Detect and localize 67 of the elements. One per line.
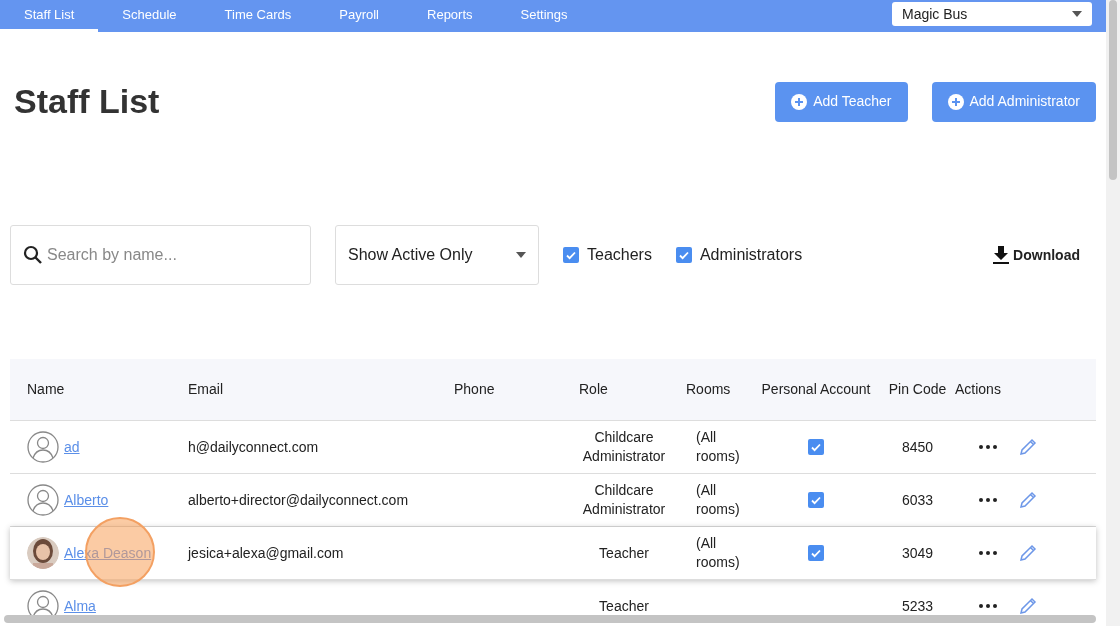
filter-checkbox[interactable]: [563, 247, 579, 263]
table-cell-text: Teacher: [598, 543, 650, 563]
column-header: Name: [27, 380, 66, 399]
user-avatar-icon: [27, 484, 59, 516]
staff-name-link[interactable]: Alberto: [64, 489, 109, 511]
nav-tab[interactable]: Staff List: [0, 0, 99, 32]
column-header: Email: [188, 380, 224, 399]
more-icon[interactable]: [979, 604, 997, 608]
pencil-icon[interactable]: [1019, 597, 1037, 615]
table-cell-text: 3049: [900, 543, 935, 563]
column-header: Pin Code: [887, 382, 948, 397]
table-cell-text: h@dailyconnect.com: [188, 437, 320, 457]
nav-tab[interactable]: Settings: [496, 0, 592, 32]
account-checkbox[interactable]: [808, 439, 824, 455]
search-field[interactable]: Search by name...: [10, 225, 311, 285]
plus-circle-icon: [791, 93, 808, 110]
check-icon: [810, 547, 822, 559]
plus-circle-icon: [947, 93, 964, 110]
nav-tab[interactable]: Payroll: [315, 0, 403, 32]
pencil-icon[interactable]: [1019, 491, 1037, 509]
status-select[interactable]: Show Active Only: [335, 225, 539, 285]
download-button[interactable]: Download: [993, 244, 1080, 266]
check-icon: [565, 249, 577, 261]
table-cell-text: 6033: [900, 490, 935, 510]
column-header: Personal Account: [760, 382, 872, 397]
table-cell-text: (All rooms): [695, 534, 741, 572]
filter-checkbox[interactable]: [675, 247, 692, 263]
caret-icon: [516, 252, 526, 258]
checkbox-label: Administrators: [699, 245, 803, 265]
table-cell-text: Teacher: [598, 596, 650, 616]
nav-tab[interactable]: Reports: [403, 0, 497, 32]
checkbox-label: Teachers: [587, 245, 652, 265]
table-cell-text: 5233: [900, 596, 935, 616]
pencil-icon[interactable]: [1019, 544, 1037, 562]
add-button[interactable]: Add Administrator: [931, 81, 1096, 122]
column-header: Phone: [454, 380, 496, 399]
account-checkbox[interactable]: [808, 545, 824, 561]
more-icon[interactable]: [979, 551, 997, 555]
nav-tab[interactable]: Time Cards: [200, 0, 316, 32]
table-cell-text: (All rooms): [695, 481, 741, 519]
column-header: Rooms: [686, 380, 732, 399]
check-icon: [810, 494, 822, 506]
column-header: Role: [578, 380, 609, 399]
column-header: Actions: [955, 380, 1002, 399]
check-icon: [677, 249, 690, 261]
pencil-icon[interactable]: [1019, 438, 1037, 456]
caret-icon: [1072, 11, 1082, 17]
table-cell-text: 8450: [900, 437, 935, 457]
user-avatar-icon: [27, 431, 59, 463]
table-cell-text: (All rooms): [695, 428, 741, 466]
school-select[interactable]: Magic Bus: [892, 2, 1092, 26]
table-cell-text: jesica+alexa@gmail.com: [188, 543, 345, 563]
table-cell-text: alberto+director@dailyconnect.com: [188, 490, 410, 510]
account-checkbox[interactable]: [808, 492, 824, 508]
staff-name-link[interactable]: Alma: [64, 595, 96, 617]
more-icon[interactable]: [979, 445, 997, 449]
page-title: Staff List: [14, 81, 160, 122]
check-icon: [810, 441, 822, 453]
table-cell-text: Childcare Administrator: [581, 481, 667, 519]
staff-name-link[interactable]: ad: [64, 436, 80, 458]
table-cell-text: Childcare Administrator: [581, 428, 667, 466]
table-row[interactable]: ad h@dailyconnect.com Childcare Administrator (All rooms) 8450: [10, 421, 1096, 474]
search-icon: [23, 245, 43, 265]
add-button[interactable]: Add Teacher: [775, 81, 908, 122]
nav-tab[interactable]: Schedule: [98, 0, 201, 32]
download-icon: [993, 246, 1010, 264]
more-icon[interactable]: [979, 498, 997, 502]
